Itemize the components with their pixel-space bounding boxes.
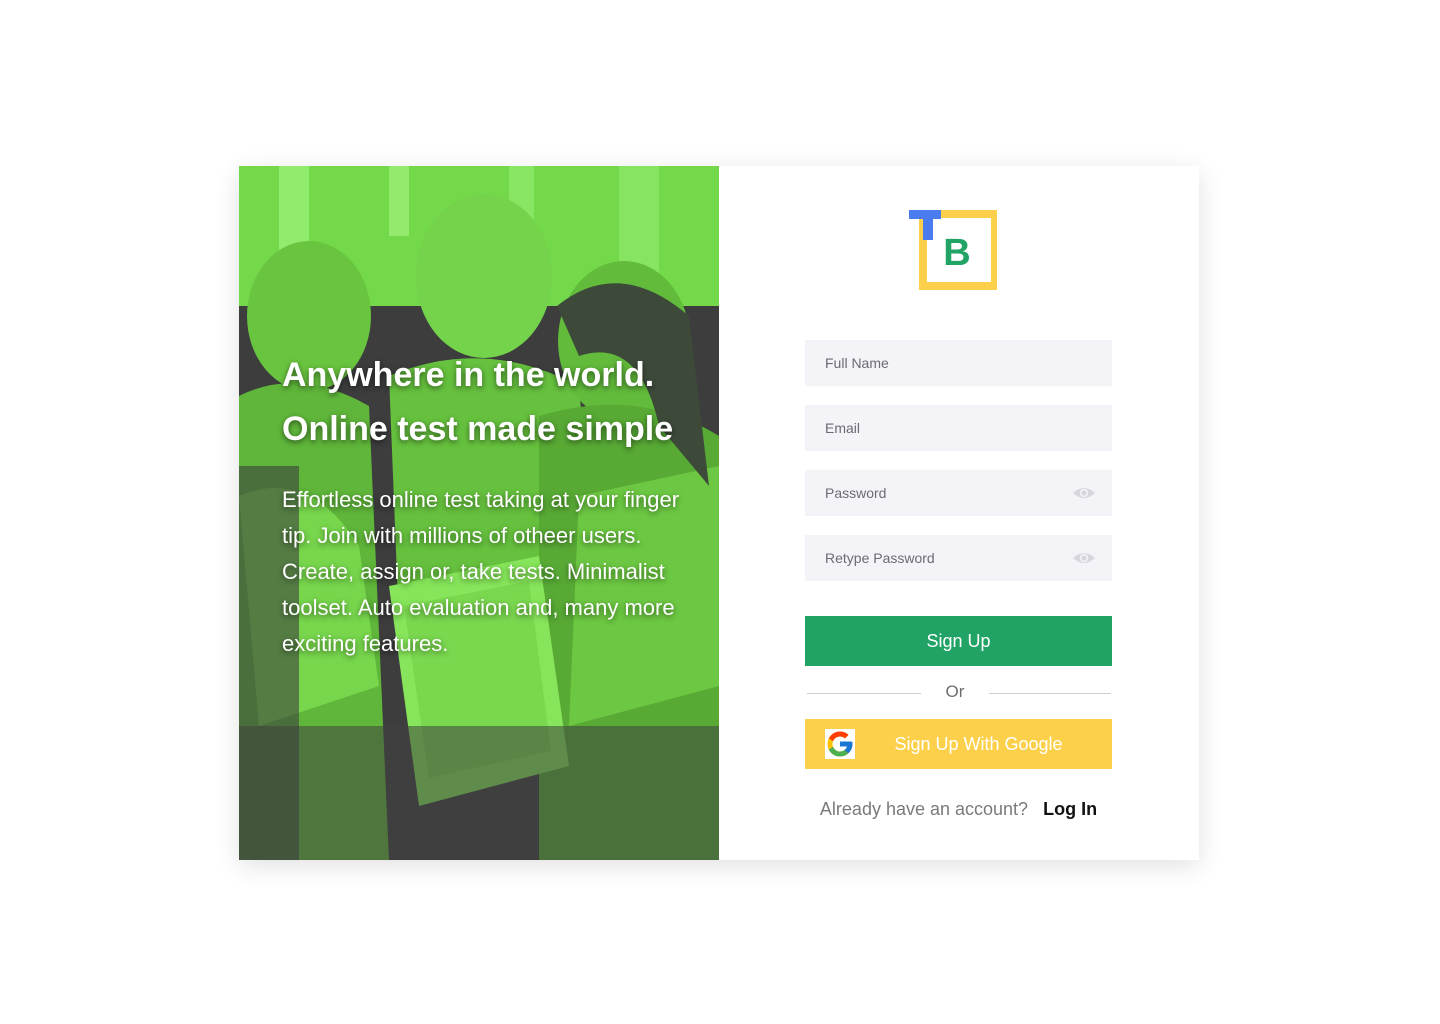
google-icon-box xyxy=(825,729,855,759)
eye-icon[interactable] xyxy=(1072,549,1096,567)
signup-form-panel: B Sign Up Or xyxy=(719,166,1199,860)
eye-icon[interactable] xyxy=(1072,484,1096,502)
hero-title-line-1: Anywhere in the world. xyxy=(282,356,655,394)
email-input[interactable] xyxy=(805,405,1112,451)
login-question: Already have an account? xyxy=(819,799,1029,819)
hero-description: Effortless online test taking at your fi… xyxy=(282,487,680,656)
hero-title: Anywhere in the world. Online test made … xyxy=(282,348,692,456)
full-name-input[interactable] xyxy=(805,340,1112,386)
logo-t-stem xyxy=(923,210,933,240)
brand-logo: B xyxy=(909,210,997,290)
or-label: Or xyxy=(945,682,965,701)
google-button-label: Sign Up With Google xyxy=(894,734,1063,754)
sign-up-with-google-button[interactable]: Sign Up With Google xyxy=(805,719,1112,769)
google-g-icon xyxy=(827,731,853,757)
email-field[interactable] xyxy=(805,405,1112,451)
logo-letter-b: B xyxy=(943,232,970,274)
login-prompt: Already have an account? Log In xyxy=(805,799,1112,820)
full-name-field[interactable] xyxy=(805,340,1112,386)
hero-panel: Anywhere in the world. Online test made … xyxy=(239,166,719,860)
retype-password-field[interactable] xyxy=(805,535,1112,581)
hero-title-line-2: Online test made simple xyxy=(282,410,674,448)
signup-card: Anywhere in the world. Online test made … xyxy=(239,166,1199,860)
retype-password-input[interactable] xyxy=(805,535,1112,581)
divider-line-right xyxy=(989,693,1111,694)
password-field[interactable] xyxy=(805,470,1112,516)
hero-text-block: Anywhere in the world. Online test made … xyxy=(282,348,692,662)
sign-up-button[interactable]: Sign Up xyxy=(805,616,1112,666)
log-in-link[interactable]: Log In xyxy=(1043,799,1097,819)
password-input[interactable] xyxy=(805,470,1112,516)
or-divider: Or xyxy=(805,680,1112,706)
